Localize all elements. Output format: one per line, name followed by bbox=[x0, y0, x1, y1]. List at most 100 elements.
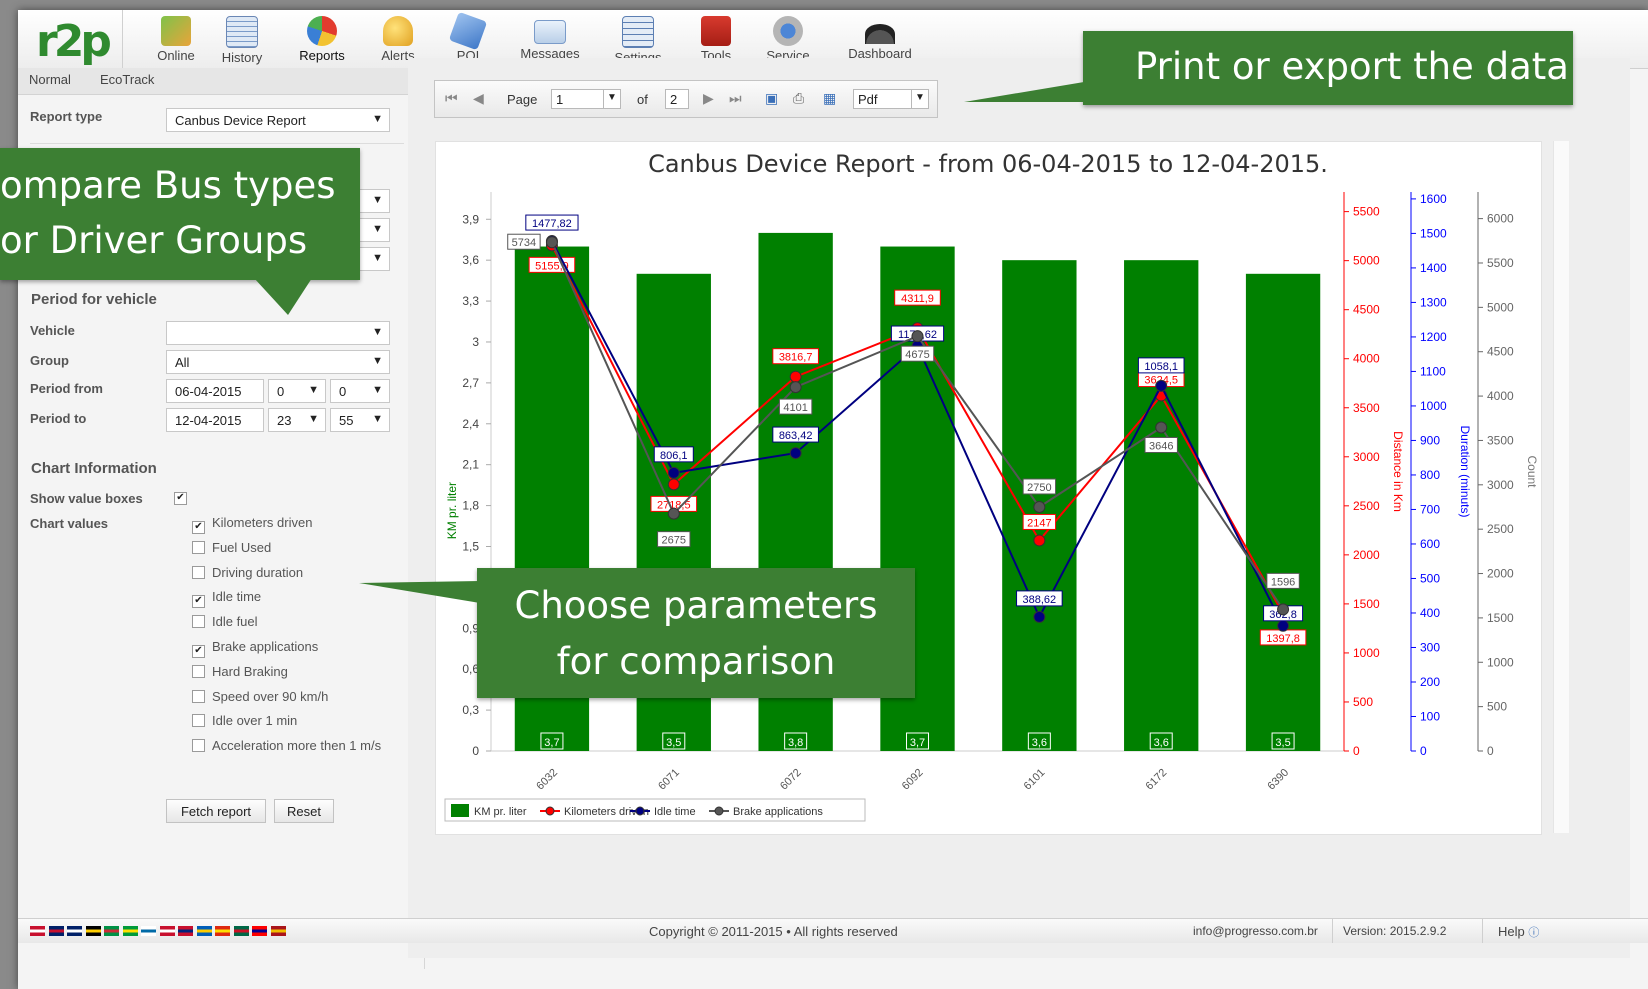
chart-value-option[interactable]: ✔ Brake applications bbox=[192, 639, 318, 658]
period-from-min-select[interactable]: 0 ▼ bbox=[330, 379, 390, 403]
period-from-hour-select[interactable]: 0 ▼ bbox=[268, 379, 326, 403]
unchecked-checkbox-icon[interactable] bbox=[192, 714, 205, 728]
chart-value-option[interactable]: ✔ Idle time bbox=[192, 589, 262, 609]
category-label: 6072 bbox=[778, 767, 804, 793]
logo-divider bbox=[122, 10, 123, 68]
tab-ecotrack[interactable]: EcoTrack bbox=[100, 72, 154, 87]
unchecked-checkbox-icon[interactable] bbox=[192, 540, 205, 554]
chart-value-label: Idle time bbox=[212, 589, 262, 605]
online-icon bbox=[161, 16, 191, 46]
language-flag-icon[interactable] bbox=[270, 926, 286, 936]
prev-page-icon[interactable]: ◀ bbox=[473, 90, 484, 107]
legend-label: Brake applications bbox=[733, 806, 823, 818]
chart-value-option[interactable]: Acceleration more then 1 m/s bbox=[192, 738, 381, 753]
toolbar-reports-button[interactable]: Reports bbox=[290, 12, 354, 68]
period-from-date-input[interactable]: 06-04-2015 bbox=[166, 379, 264, 403]
chart-value-option[interactable]: Idle fuel bbox=[192, 614, 258, 629]
language-flag-icon[interactable] bbox=[30, 926, 45, 936]
series-point-duration bbox=[1033, 610, 1046, 623]
next-page-icon[interactable]: ▶ bbox=[703, 90, 714, 107]
distance-axis-tick-label: 5500 bbox=[1353, 205, 1380, 219]
left-axis-tick-label: 0 bbox=[472, 744, 479, 758]
toolbar-online-button[interactable]: Online bbox=[146, 12, 206, 68]
vehicle-label: Vehicle bbox=[30, 323, 75, 338]
unchecked-checkbox-icon[interactable] bbox=[192, 615, 205, 629]
count-axis-tick-label: 2000 bbox=[1487, 567, 1514, 581]
report-type-select[interactable]: Canbus Device Report ▼ bbox=[166, 108, 390, 132]
help-link[interactable]: Help ⓘ bbox=[1498, 924, 1539, 940]
show-value-boxes-checkbox[interactable]: ✔ bbox=[174, 492, 187, 505]
period-from-label: Period from bbox=[30, 381, 103, 396]
series-point-duration bbox=[1155, 379, 1168, 392]
language-flag-icon[interactable] bbox=[252, 926, 267, 936]
duration-axis-tick-label: 400 bbox=[1420, 606, 1440, 620]
duration-axis-tick-label: 1400 bbox=[1420, 261, 1447, 275]
vehicle-select[interactable]: ▼ bbox=[166, 321, 390, 345]
count-axis-tick-label: 0 bbox=[1487, 744, 1494, 758]
duration-axis-label: Duration (minuts) bbox=[1458, 425, 1472, 517]
last-page-icon[interactable]: ⏭ bbox=[729, 90, 742, 107]
chart-value-option[interactable]: ✔ Kilometers driven bbox=[192, 515, 312, 534]
series-point-count bbox=[1033, 500, 1046, 513]
period-to-min-select[interactable]: 55 ▼ bbox=[330, 408, 390, 432]
language-flag-icon[interactable] bbox=[85, 926, 101, 936]
duration-axis-tick-label: 800 bbox=[1420, 468, 1440, 482]
language-flag-icon[interactable] bbox=[233, 926, 249, 936]
language-flag-icon[interactable] bbox=[196, 926, 212, 936]
contact-email[interactable]: info@progresso.com.br bbox=[1193, 924, 1318, 938]
language-flag-icon[interactable] bbox=[215, 926, 230, 936]
language-flag-icon[interactable] bbox=[104, 926, 119, 936]
series-value-label: 1596 bbox=[1271, 576, 1295, 588]
save-icon[interactable]: ▣ bbox=[765, 90, 778, 107]
unchecked-checkbox-icon[interactable] bbox=[192, 739, 205, 753]
chart-value-option[interactable]: Driving duration bbox=[192, 565, 303, 580]
fetch-report-button[interactable]: Fetch report bbox=[166, 799, 266, 823]
checked-checkbox-icon[interactable]: ✔ bbox=[192, 521, 205, 534]
language-flag-icon[interactable] bbox=[122, 926, 138, 936]
chart-panel: Canbus Device Report - from 06-04-2015 t… bbox=[435, 141, 1542, 835]
unchecked-checkbox-icon[interactable] bbox=[192, 689, 205, 703]
checked-checkbox-icon[interactable]: ✔ bbox=[192, 595, 205, 609]
language-flag-icon[interactable] bbox=[178, 926, 193, 936]
callout-compare-line1: ompare Bus types bbox=[0, 164, 336, 207]
period-to-hour-select[interactable]: 23 ▼ bbox=[268, 408, 326, 432]
toolbar-history-button[interactable]: History bbox=[212, 12, 272, 68]
format-dropdown-arrow-icon[interactable]: ▼ bbox=[911, 89, 929, 109]
first-page-icon[interactable]: ⏮ bbox=[445, 90, 458, 107]
checked-checkbox-icon[interactable]: ✔ bbox=[192, 645, 205, 658]
duration-axis-tick-label: 1100 bbox=[1420, 364, 1446, 378]
chart-value-option[interactable]: Idle over 1 min bbox=[192, 713, 297, 728]
dropdown-arrow-icon: ▼ bbox=[372, 113, 383, 125]
chart-value-label: Hard Braking bbox=[212, 663, 288, 679]
language-flag-icon[interactable] bbox=[67, 926, 82, 936]
history-icon bbox=[226, 16, 258, 48]
print-icon[interactable]: ⎙ bbox=[793, 90, 804, 107]
grid-view-icon[interactable]: ▦ bbox=[823, 90, 836, 107]
series-value-label: 2147 bbox=[1027, 517, 1051, 529]
language-flag-icon[interactable] bbox=[141, 926, 156, 936]
left-axis-tick-label: 2,7 bbox=[462, 376, 479, 390]
series-point-distance bbox=[667, 478, 680, 491]
distance-axis-tick-label: 2000 bbox=[1353, 548, 1380, 562]
chart-value-option[interactable]: Fuel Used bbox=[192, 540, 271, 555]
group-select[interactable]: All ▼ bbox=[166, 350, 390, 374]
duration-axis-tick-label: 900 bbox=[1420, 433, 1440, 447]
chart-value-option[interactable]: Speed over 90 km/h bbox=[192, 689, 328, 704]
count-axis-tick-label: 3500 bbox=[1487, 433, 1514, 447]
bar-value-label: 3,5 bbox=[666, 737, 681, 749]
page-dropdown-arrow-icon[interactable]: ▼ bbox=[603, 89, 621, 109]
distance-axis-tick-label: 3000 bbox=[1353, 450, 1380, 464]
chart-value-label: Acceleration more then 1 m/s bbox=[212, 738, 382, 754]
chart-value-option[interactable]: Hard Braking bbox=[192, 664, 288, 679]
distance-axis-tick-label: 5000 bbox=[1353, 254, 1380, 268]
language-flag-icon[interactable] bbox=[48, 926, 64, 936]
language-flag-icon[interactable] bbox=[159, 926, 175, 936]
period-to-date-input[interactable]: 12-04-2015 bbox=[166, 408, 264, 432]
bar-value-label: 3,6 bbox=[1032, 737, 1047, 749]
unchecked-checkbox-icon[interactable] bbox=[192, 565, 205, 579]
tab-normal[interactable]: Normal bbox=[29, 72, 71, 87]
dropdown-arrow-icon: ▼ bbox=[372, 355, 383, 367]
left-axis-tick-label: 3,3 bbox=[462, 294, 479, 308]
reset-button[interactable]: Reset bbox=[274, 799, 334, 823]
unchecked-checkbox-icon[interactable] bbox=[192, 664, 205, 678]
